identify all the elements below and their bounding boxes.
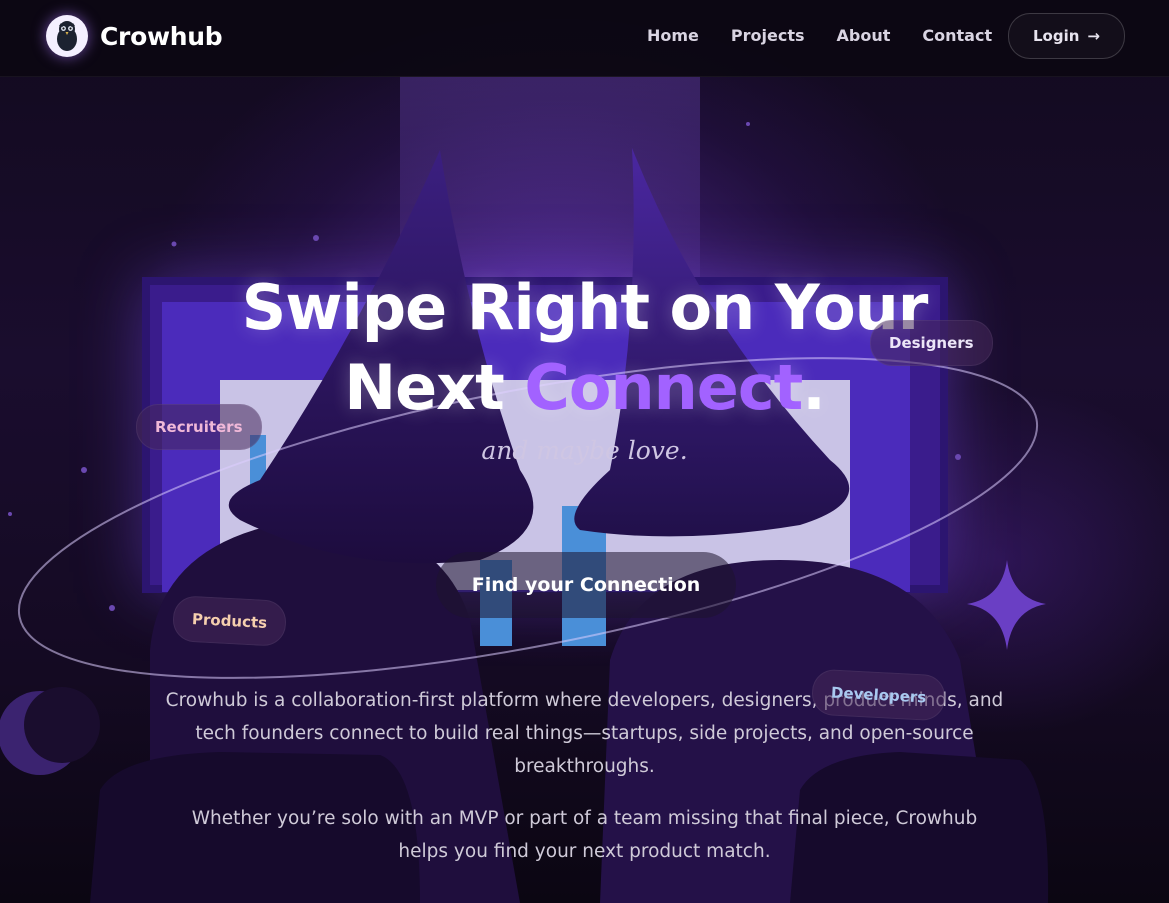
logo-link[interactable]: Crowhub bbox=[46, 15, 223, 57]
top-navbar: Crowhub Home Projects About Contact Logi… bbox=[0, 0, 1169, 77]
sparkle-icon bbox=[967, 560, 1046, 650]
tag-products: Products bbox=[171, 595, 288, 647]
crow-icon bbox=[46, 15, 88, 57]
hero-title-accent: Connect bbox=[524, 351, 803, 424]
tag-designers: Designers bbox=[870, 320, 993, 366]
tag-recruiters: Recruiters bbox=[136, 404, 262, 450]
find-connection-button[interactable]: Find your Connection bbox=[436, 552, 736, 618]
find-connection-label: Find your Connection bbox=[471, 574, 701, 596]
login-label: Login bbox=[1033, 27, 1080, 45]
tag-developers: Developers bbox=[810, 668, 947, 722]
hero-description-secondary: Whether you’re solo with an MVP or part … bbox=[191, 808, 978, 862]
hero-title-prefix: Next bbox=[344, 351, 525, 424]
nav-link-home[interactable]: Home bbox=[647, 26, 699, 45]
nav-links: Home Projects About Contact bbox=[647, 26, 992, 45]
hero-title-line1: Swipe Right on Your bbox=[241, 271, 929, 344]
landing-page: Crowhub Home Projects About Contact Logi… bbox=[0, 0, 1169, 903]
crescent-moon-icon bbox=[0, 687, 100, 775]
hero-title-suffix: . bbox=[802, 351, 826, 424]
arrow-right-icon: → bbox=[1087, 27, 1100, 45]
login-button[interactable]: Login → bbox=[1008, 13, 1125, 59]
brand-name: Crowhub bbox=[100, 21, 223, 51]
nav-link-contact[interactable]: Contact bbox=[922, 26, 992, 45]
nav-link-projects[interactable]: Projects bbox=[731, 26, 805, 45]
nav-link-about[interactable]: About bbox=[837, 26, 891, 45]
